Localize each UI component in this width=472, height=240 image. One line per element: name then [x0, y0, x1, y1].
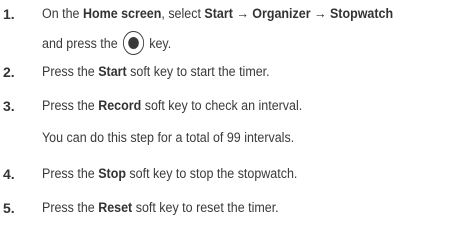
center-select-key-icon [122, 31, 145, 55]
step-number: 3. [3, 98, 15, 114]
step-text: Press the Stop soft key to stop the stop… [42, 166, 298, 182]
step-text: Press the Record soft key to check an in… [42, 98, 303, 114]
instruction-list: 1. On the Home screen, select Start → Or… [0, 0, 472, 240]
step-number: 5. [3, 200, 15, 216]
soft-key-label: Record [98, 98, 142, 114]
step-text: Press the Reset soft key to reset the ti… [42, 200, 279, 216]
step-text: On the Home screen, select Start → Organ… [42, 6, 394, 22]
step-number: 4. [3, 166, 15, 182]
soft-key-label: Stop [98, 166, 126, 182]
soft-key-label: Reset [98, 200, 133, 216]
menu-path: Start → Organizer → Stopwatch [204, 6, 394, 22]
step-note: You can do this step for a total of 99 i… [42, 130, 295, 146]
home-screen-label: Home screen [82, 6, 162, 22]
step-number: 1. [3, 6, 15, 22]
soft-key-label: Start [98, 64, 127, 80]
step-number: 2. [3, 64, 15, 80]
step-text-continued: and press the key. [42, 31, 420, 56]
step-text: Press the Start soft key to start the ti… [42, 64, 270, 80]
